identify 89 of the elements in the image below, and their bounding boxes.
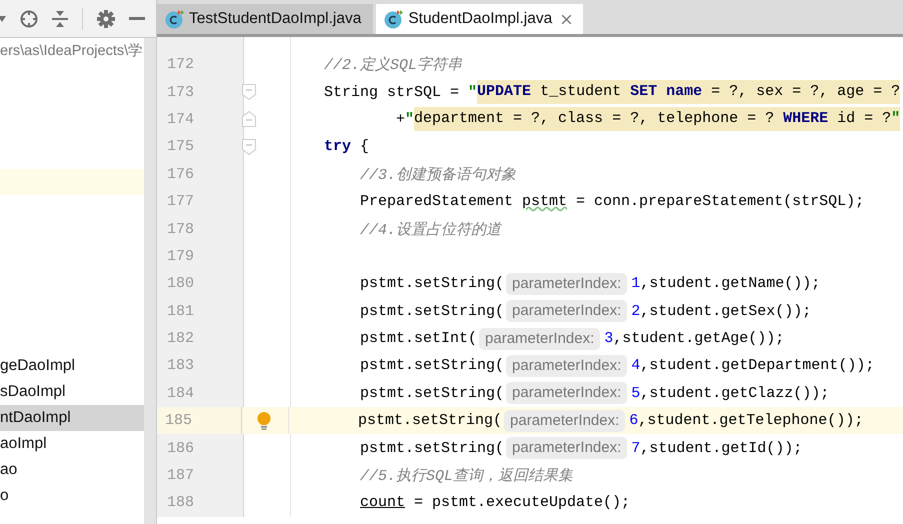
line-number: 186	[167, 440, 194, 457]
code-text: id = ?	[836, 109, 892, 130]
code-string: "	[468, 84, 478, 101]
code-text: count	[360, 494, 406, 512]
line-number: 180	[167, 275, 194, 292]
code-text: pstmt.setString(	[360, 357, 504, 374]
code-comment: //3.创建预备语句对象	[360, 166, 516, 184]
code-text: department = ?, class = ?, telephone = ?	[414, 109, 776, 130]
settings-icon[interactable]	[97, 10, 115, 28]
code-text: pstmt	[522, 193, 568, 210]
code-number: 3	[604, 330, 614, 348]
code-text: ,student.getDepartment());	[640, 357, 874, 374]
code-text: = conn.prepareStatement(strSQL);	[575, 193, 864, 210]
line-number: 174	[167, 110, 194, 128]
code-text: = ?, sex = ?, age = ?	[710, 82, 900, 102]
locate-icon[interactable]	[20, 10, 38, 28]
fold-marker-icon[interactable]	[242, 84, 256, 100]
line-number: 173	[167, 84, 194, 101]
class-file-icon	[165, 9, 185, 29]
parameter-hint: parameterIndex:	[506, 272, 628, 295]
code-number: 7	[631, 440, 640, 457]
code-comment: //4.设置占位符的道	[360, 220, 502, 239]
code-text: pstmt.setString(	[360, 384, 504, 402]
code-number: 2	[631, 302, 640, 320]
file-tab[interactable]: StudentDaoImpl.java	[376, 4, 584, 34]
parameter-hint: parameterIndex:	[506, 382, 628, 404]
code-text: pstmt.setString(	[360, 275, 504, 292]
line-number: 185	[165, 412, 192, 430]
tree-item[interactable]: sDaoImpl	[0, 379, 144, 405]
line-number: 172	[167, 56, 194, 74]
parameter-hint: parameterIndex:	[479, 328, 600, 350]
fold-marker-icon[interactable]	[242, 138, 256, 155]
lightbulb-icon[interactable]	[257, 412, 271, 430]
code-keyword: SET name	[630, 82, 702, 102]
parameter-hint: parameterIndex:	[506, 437, 628, 460]
code-text: String strSQL =	[324, 84, 460, 101]
code-text: ,student.getName());	[640, 275, 820, 292]
code-text: ,student.getId());	[640, 440, 802, 457]
tree-item[interactable]: aoImpl	[0, 431, 144, 457]
code-text: pstmt.setString(	[360, 440, 504, 457]
code-text: ,student.getAge());	[613, 330, 784, 348]
code-text: +	[396, 110, 406, 128]
code-text: ,student.getClazz());	[640, 384, 830, 402]
code-text: {	[359, 138, 370, 156]
code-text: t_student	[539, 82, 622, 102]
fold-marker-icon[interactable]	[242, 111, 256, 128]
line-number: 175	[167, 138, 194, 156]
code-text: pstmt.setString(	[358, 412, 502, 430]
code-text: pstmt.setInt(	[360, 330, 478, 348]
code-text: = pstmt.executeUpdate();	[413, 494, 630, 512]
scrollbar[interactable]	[144, 38, 156, 524]
code-comment: //5.执行SQL查询，返回结果集	[360, 466, 574, 486]
code-keyword: try	[324, 138, 352, 156]
parameter-hint: parameterIndex:	[506, 300, 628, 322]
line-number: 177	[167, 193, 194, 210]
code-keyword: UPDATE	[477, 82, 532, 102]
tree-item[interactable]: ntDaoImpl	[0, 405, 144, 431]
code-text: ,student.getSex());	[640, 302, 812, 320]
line-number: 188	[167, 494, 194, 512]
code-string: "	[891, 109, 900, 130]
class-file-icon	[384, 9, 404, 29]
tree-item[interactable]: geDaoImpl	[0, 353, 144, 379]
code-keyword: WHERE	[783, 109, 828, 130]
line-number: 182	[167, 330, 194, 348]
file-tab[interactable]: TestStudentDaoImpl.java	[157, 4, 374, 34]
code-text: PreparedStatement	[360, 193, 514, 210]
line-number: 183	[167, 357, 194, 374]
line-number: 176	[167, 166, 194, 183]
line-number: 179	[167, 248, 194, 265]
code-text: pstmt.setString(	[360, 302, 504, 320]
project-path: ers\as\IdeaProjects\学	[0, 42, 144, 61]
code-string: "	[405, 110, 414, 128]
tree-item[interactable]: o	[0, 483, 144, 509]
code-text: ,student.getTelephone());	[638, 412, 864, 430]
tree-item[interactable]: ao	[0, 457, 144, 483]
collapse-icon[interactable]	[52, 10, 68, 26]
line-number: 181	[167, 302, 194, 320]
close-icon[interactable]	[562, 14, 572, 24]
code-comment: //2.定义SQL字符串	[324, 55, 462, 74]
line-number: 178	[167, 220, 194, 238]
code-number: 5	[631, 384, 640, 402]
code-number: 4	[631, 357, 640, 374]
dropdown-caret-icon[interactable]	[0, 16, 6, 22]
line-number: 184	[167, 384, 194, 402]
parameter-hint: parameterIndex:	[506, 354, 628, 377]
parameter-hint: parameterIndex:	[504, 410, 626, 432]
line-number: 187	[167, 467, 194, 484]
code-number: 1	[631, 275, 640, 292]
code-number: 6	[629, 412, 638, 430]
